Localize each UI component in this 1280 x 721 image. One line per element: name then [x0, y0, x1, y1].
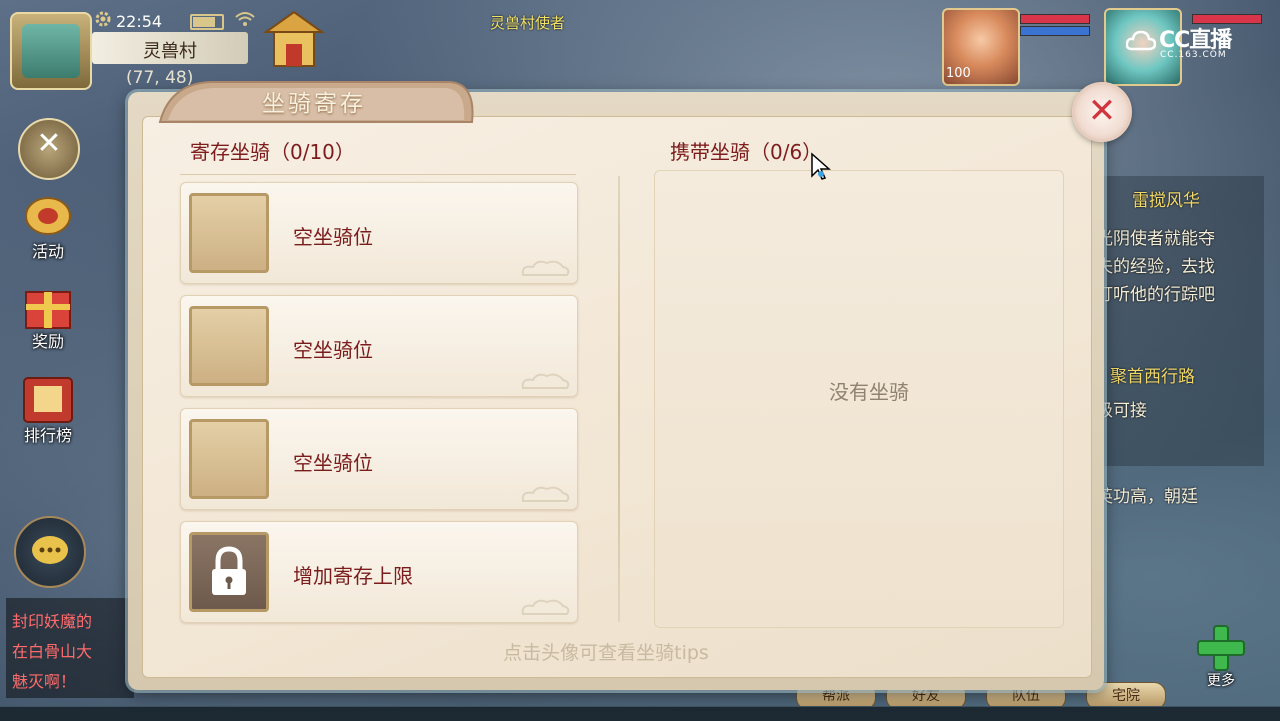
- slot-label: 增加寄存上限: [293, 564, 413, 588]
- activity-icon: [25, 197, 71, 235]
- hint-text: 点击头像可查看坐骑tips: [503, 642, 709, 664]
- battery-icon: [190, 14, 224, 30]
- close-icon: ✕: [36, 126, 62, 161]
- more-button[interactable]: 更多: [1190, 624, 1252, 689]
- pet-hp-bar: [1020, 14, 1090, 24]
- chat-icon: [32, 536, 68, 564]
- cloud-logo-icon: [1126, 30, 1156, 51]
- leaderboard-icon: [23, 377, 73, 423]
- pet-mp-bar: [1020, 26, 1090, 36]
- location-name-box: 灵兽村: [92, 32, 248, 64]
- empty-slot-icon: [189, 306, 269, 386]
- stored-mounts-header: 寄存坐骑（0/10）: [190, 140, 355, 164]
- quest-line: 打听他的行踪吧: [1096, 285, 1215, 305]
- bottom-status-bar: [0, 706, 1280, 721]
- leaderboard-button[interactable]: 排行榜: [12, 372, 84, 445]
- cloud-ornament-icon: [521, 599, 570, 615]
- cc-live-watermark: CC直播 CC.163.COM: [1126, 22, 1232, 60]
- clock-time: 22:54: [116, 12, 163, 31]
- gear-icon[interactable]: [94, 10, 112, 28]
- wifi-icon: [235, 12, 255, 26]
- chat-line: 魅灭啊！: [12, 672, 77, 691]
- cloud-ornament-icon: [521, 486, 570, 502]
- mount-slot[interactable]: 空坐骑位: [180, 408, 578, 510]
- quest-line: 光阴使者就能夺: [1096, 229, 1215, 249]
- slot-label: 空坐骑位: [293, 451, 373, 475]
- quest-title: 雷搅风华: [1132, 191, 1200, 211]
- mount-slot[interactable]: 空坐骑位: [180, 295, 578, 397]
- quest-line: 聚首西行路: [1110, 367, 1195, 387]
- dialog-title: 坐骑寄存: [262, 91, 366, 117]
- watermark-sub: CC.163.COM: [1160, 50, 1227, 60]
- chat-button[interactable]: [14, 516, 86, 588]
- cloud-ornament-icon: [521, 373, 570, 389]
- list-top-edge: [180, 168, 576, 175]
- activity-button[interactable]: 活动: [12, 188, 84, 261]
- quest-line: 失的经验，去找: [1096, 257, 1215, 277]
- increase-storage-slot[interactable]: 增加寄存上限: [180, 521, 578, 623]
- locked-slot-icon: [189, 532, 269, 612]
- location-name: 灵兽村: [143, 41, 197, 62]
- more-label: 更多: [1207, 673, 1235, 689]
- slot-label: 空坐骑位: [293, 338, 373, 362]
- reward-label: 奖励: [31, 332, 64, 351]
- empty-carry-text: 没有坐骑: [829, 380, 909, 404]
- mount-slot[interactable]: 空坐骑位: [180, 182, 578, 284]
- pet-level: 100: [946, 66, 971, 81]
- carried-mounts-header: 携带坐骑（0/6）: [670, 140, 823, 164]
- map-icon[interactable]: [10, 12, 92, 90]
- cloud-ornament-icon: [521, 260, 570, 276]
- collapse-menu-button[interactable]: ✕: [18, 118, 80, 180]
- lock-icon: [212, 546, 246, 595]
- quest-line: 英功高，朝廷: [1096, 487, 1198, 507]
- reward-button[interactable]: 奖励: [12, 278, 84, 351]
- activity-label: 活动: [31, 242, 64, 261]
- npc-name-label: 灵兽村使者: [490, 14, 566, 32]
- panel-divider: [618, 176, 620, 622]
- mouse-cursor-icon: [811, 152, 831, 180]
- close-button[interactable]: ✕: [1072, 82, 1132, 142]
- gift-icon: [25, 291, 71, 329]
- temple-icon[interactable]: [258, 6, 330, 78]
- quest-tracker[interactable]: 雷搅风华 光阴使者就能夺 失的经验，去找 打听他的行踪吧 聚首西行路 级可接 英…: [1092, 176, 1264, 507]
- chat-log[interactable]: 封印妖魔的 在白骨山大 魅灭啊！: [6, 598, 134, 698]
- empty-slot-icon: [189, 193, 269, 273]
- slot-label: 空坐骑位: [293, 225, 373, 249]
- chat-line: 在白骨山大: [12, 642, 93, 661]
- empty-slot-icon: [189, 419, 269, 499]
- leaderboard-label: 排行榜: [23, 426, 72, 445]
- close-icon: ✕: [1087, 91, 1117, 131]
- plus-icon: [1197, 625, 1245, 671]
- chat-line: 封印妖魔的: [12, 612, 93, 631]
